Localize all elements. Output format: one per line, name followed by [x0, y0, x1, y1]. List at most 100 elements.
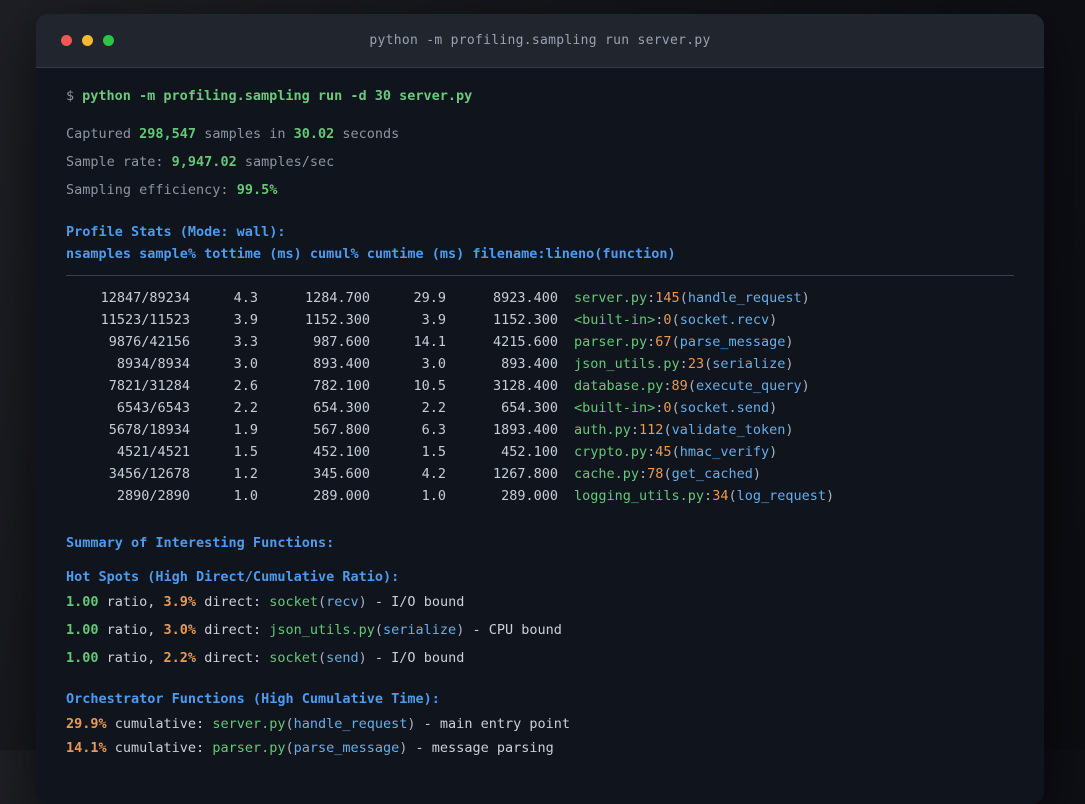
tottime-cell: 452.100: [313, 444, 370, 460]
location-cell: cache.py:78(get_cached): [574, 466, 761, 482]
sample-pct-cell: 2.2: [233, 400, 258, 416]
nsamples-cell: 8934/8934: [116, 356, 190, 372]
nsamples-cell: 12847/89234: [100, 290, 190, 306]
sample-pct-cell: 4.3: [233, 290, 258, 306]
sample-rate-line: Sample rate: 9,947.02 samples/sec: [66, 154, 335, 170]
efficiency-value: 99.5%: [236, 182, 278, 198]
table-row: 12847/89234 4.3 1284.700 29.9 8923.400 server…: [66, 287, 1014, 309]
table-row: 9876/42156 3.3 987.600 14.1 4215.600 parser.p…: [66, 331, 1014, 353]
table-row: 11523/11523 3.9 1152.300 3.9 1152.300 <built-…: [66, 309, 1014, 331]
cumtime-cell: 452.100: [501, 444, 558, 460]
table-row: 4521/4521 1.5 452.100 1.5 452.100 crypto.py:4…: [66, 441, 1014, 463]
orchestrator-item: 29.9% cumulative: server.py(handle_reque…: [66, 716, 570, 732]
tottime-cell: 1152.300: [304, 312, 370, 328]
location-cell: <built-in>:0(socket.send): [574, 400, 778, 416]
location-cell: <built-in>:0(socket.recv): [574, 312, 778, 328]
nsamples-cell: 9876/42156: [108, 334, 190, 350]
hotspot-item: 1.00 ratio, 3.9% direct: socket(recv) - …: [66, 594, 465, 610]
cumtime-cell: 1893.400: [492, 422, 558, 438]
table-row: 7821/31284 2.6 782.100 10.5 3128.400 database…: [66, 375, 1014, 397]
command-text: python -m profiling.sampling run -d 30 s…: [82, 88, 473, 104]
cumul-pct-cell: 14.1: [413, 334, 446, 350]
close-button[interactable]: [61, 35, 72, 46]
hotspot-item: 1.00 ratio, 2.2% direct: socket(send) - …: [66, 650, 465, 666]
location-cell: logging_utils.py:34(log_request): [574, 488, 835, 504]
cumtime-cell: 289.000: [501, 488, 558, 504]
hotspot-item: 1.00 ratio, 3.0% direct: json_utils.py(s…: [66, 622, 562, 638]
window-title: python -m profiling.sampling run server.…: [369, 33, 711, 48]
location-cell: auth.py:112(validate_token): [574, 422, 794, 438]
captured-line: Captured 298,547 samples in 30.02 second…: [66, 126, 400, 142]
table-columns-header: nsamples sample% tottime (ms) cumul% cum…: [66, 246, 676, 262]
orchestrators-heading: Orchestrator Functions (High Cumulative …: [66, 691, 440, 707]
location-cell: parser.py:67(parse_message): [574, 334, 794, 350]
location-cell: crypto.py:45(hmac_verify): [574, 444, 778, 460]
table-row: 5678/18934 1.9 567.800 6.3 1893.400 auth.py:1…: [66, 419, 1014, 441]
cumtime-cell: 654.300: [501, 400, 558, 416]
minimize-button[interactable]: [82, 35, 93, 46]
tottime-cell: 567.800: [313, 422, 370, 438]
sample-pct-cell: 1.9: [233, 422, 258, 438]
tottime-cell: 345.600: [313, 466, 370, 482]
samples-count: 298,547: [139, 126, 197, 142]
nsamples-cell: 4521/4521: [116, 444, 190, 460]
cumul-pct-cell: 4.2: [421, 466, 446, 482]
location-cell: server.py:145(handle_request): [574, 290, 810, 306]
orchestrator-item: 14.1% cumulative: parser.py(parse_messag…: [66, 740, 554, 756]
profile-stats-heading: Profile Stats (Mode: wall):: [66, 224, 286, 240]
nsamples-cell: 2890/2890: [116, 488, 190, 504]
tottime-cell: 782.100: [313, 378, 370, 394]
title-bar: python -m profiling.sampling run server.…: [36, 14, 1044, 68]
traffic-lights: [61, 14, 114, 67]
nsamples-cell: 5678/18934: [108, 422, 190, 438]
table-row: 2890/2890 1.0 289.000 1.0 289.000 logging_uti…: [66, 485, 1014, 507]
location-cell: database.py:89(execute_query): [574, 378, 810, 394]
cumtime-cell: 893.400: [501, 356, 558, 372]
profile-table: 12847/89234 4.3 1284.700 29.9 8923.400 server…: [66, 287, 1014, 507]
sample-pct-cell: 3.0: [233, 356, 258, 372]
sample-pct-cell: 2.6: [233, 378, 258, 394]
cumul-pct-cell: 1.5: [421, 444, 446, 460]
cumul-pct-cell: 3.9: [421, 312, 446, 328]
tottime-cell: 654.300: [313, 400, 370, 416]
cumul-pct-cell: 10.5: [413, 378, 446, 394]
summary-heading: Summary of Interesting Functions:: [66, 535, 335, 551]
nsamples-cell: 3456/12678: [108, 466, 190, 482]
location-cell: json_utils.py:23(serialize): [574, 356, 794, 372]
maximize-button[interactable]: [103, 35, 114, 46]
duration-value: 30.02: [293, 126, 335, 142]
sample-pct-cell: 1.5: [233, 444, 258, 460]
table-divider: [66, 275, 1014, 276]
sample-rate-value: 9,947.02: [171, 154, 237, 170]
terminal-window: python -m profiling.sampling run server.…: [36, 14, 1044, 804]
tottime-cell: 987.600: [313, 334, 370, 350]
hotspots-heading: Hot Spots (High Direct/Cumulative Ratio)…: [66, 569, 400, 585]
efficiency-line: Sampling efficiency: 99.5%: [66, 182, 278, 198]
table-row: 6543/6543 2.2 654.300 2.2 654.300 <built-in>:…: [66, 397, 1014, 419]
cumtime-cell: 1267.800: [492, 466, 558, 482]
nsamples-cell: 6543/6543: [116, 400, 190, 416]
cumtime-cell: 8923.400: [492, 290, 558, 306]
tottime-cell: 893.400: [313, 356, 370, 372]
nsamples-cell: 7821/31284: [108, 378, 190, 394]
sample-pct-cell: 3.9: [233, 312, 258, 328]
cumtime-cell: 4215.600: [492, 334, 558, 350]
cumul-pct-cell: 29.9: [413, 290, 446, 306]
cumul-pct-cell: 2.2: [421, 400, 446, 416]
cumtime-cell: 3128.400: [492, 378, 558, 394]
cumul-pct-cell: 1.0: [421, 488, 446, 504]
table-row: 8934/8934 3.0 893.400 3.0 893.400 json_utils.…: [66, 353, 1014, 375]
shell-prompt: $: [66, 88, 75, 104]
table-row: 3456/12678 1.2 345.600 4.2 1267.800 cache.py:…: [66, 463, 1014, 485]
cumul-pct-cell: 3.0: [421, 356, 446, 372]
sample-pct-cell: 3.3: [233, 334, 258, 350]
cumul-pct-cell: 6.3: [421, 422, 446, 438]
sample-pct-cell: 1.2: [233, 466, 258, 482]
terminal-content: $ python -m profiling.sampling run -d 30 …: [36, 86, 1044, 758]
sample-pct-cell: 1.0: [233, 488, 258, 504]
command-line: $ python -m profiling.sampling run -d 30 …: [66, 86, 1014, 106]
nsamples-cell: 11523/11523: [100, 312, 190, 328]
tottime-cell: 1284.700: [304, 290, 370, 306]
cumtime-cell: 1152.300: [492, 312, 558, 328]
tottime-cell: 289.000: [313, 488, 370, 504]
